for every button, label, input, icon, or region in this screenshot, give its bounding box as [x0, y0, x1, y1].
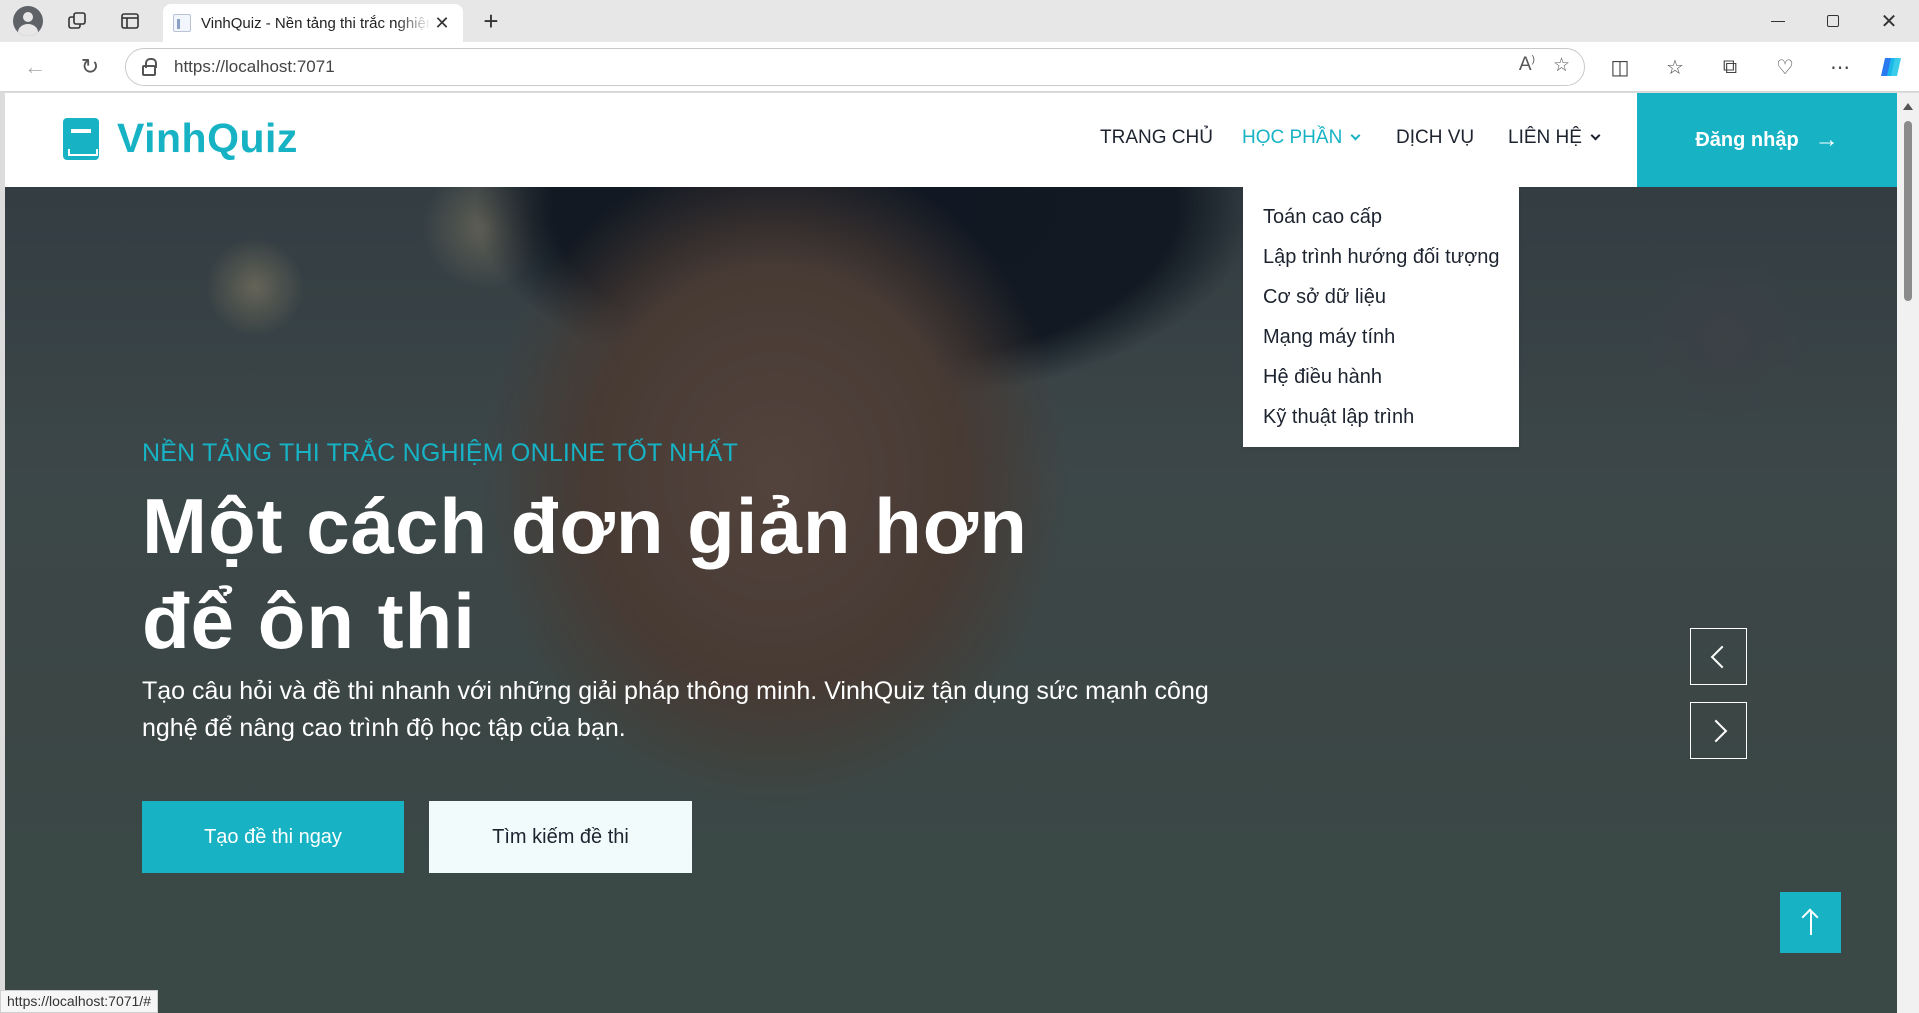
reload-icon[interactable]: ↻: [70, 47, 110, 87]
hero-banner: NỀN TẢNG THI TRẮC NGHIỆM ONLINE TỐT NHẤT…: [5, 187, 1897, 1013]
carousel-prev-button[interactable]: [1690, 628, 1747, 685]
arrow-up-icon: [1809, 910, 1812, 935]
chevron-down-icon: [1590, 130, 1601, 140]
profile-icon: [13, 6, 43, 36]
hero-description: Tạo câu hỏi và đề thi nhanh với những gi…: [142, 677, 1209, 742]
close-icon[interactable]: ✕: [431, 13, 453, 34]
tab-title: VinhQuiz - Nền tảng thi trắc nghiệm onli…: [201, 14, 431, 32]
read-aloud-icon[interactable]: A): [1519, 54, 1535, 77]
nav-courses[interactable]: HỌC PHẦN: [1242, 127, 1361, 149]
address-bar[interactable]: https://localhost:7071 A) ☆: [125, 48, 1585, 86]
nav-courses-label: HỌC PHẦN: [1242, 127, 1343, 148]
dropdown-item[interactable]: Mạng máy tính: [1243, 317, 1519, 357]
workspaces-icon: [68, 12, 86, 29]
lock-icon[interactable]: [142, 57, 157, 76]
star-icon[interactable]: ☆: [1553, 54, 1570, 77]
chevron-right-icon: [1704, 719, 1727, 742]
collections-icon[interactable]: ⧉: [1710, 47, 1750, 87]
maximize-button[interactable]: [1810, 0, 1856, 42]
hero-headline: Một cách đơn giản hơn để ôn thi: [142, 482, 1028, 665]
dropdown-item[interactable]: Toán cao cấp: [1243, 197, 1519, 237]
create-exam-button[interactable]: Tạo đề thi ngay: [142, 801, 404, 873]
arrow-right-icon: →: [1814, 126, 1839, 153]
brand-logo[interactable]: VinhQuiz: [63, 115, 298, 162]
scroll-up-icon[interactable]: [1903, 103, 1913, 110]
url-text: https://localhost:7071: [174, 57, 335, 76]
copilot-icon[interactable]: [1872, 47, 1912, 87]
scroll-thumb[interactable]: [1904, 121, 1912, 301]
nav-contact-label: LIÊN HỆ: [1508, 127, 1582, 148]
favicon-icon: [173, 14, 191, 32]
login-label: Đăng nhập: [1695, 128, 1799, 151]
chevron-left-icon: [1710, 645, 1733, 668]
dropdown-item[interactable]: Lập trình hướng đối tượng: [1243, 237, 1519, 277]
create-exam-label: Tạo đề thi ngay: [204, 825, 342, 848]
dropdown-item[interactable]: Kỹ thuật lập trình: [1243, 397, 1519, 437]
search-exam-label: Tìm kiếm đề thi: [492, 825, 629, 848]
tab-actions-icon: [121, 13, 139, 29]
page-viewport: VinhQuiz TRANG CHỦ HỌC PHẦN DỊCH VỤ LIÊN…: [5, 93, 1897, 1013]
minimize-button[interactable]: [1755, 0, 1801, 42]
minimize-icon: [1771, 20, 1785, 22]
nav-contact[interactable]: LIÊN HỆ: [1508, 127, 1601, 149]
nav-services-label: DỊCH VỤ: [1396, 127, 1475, 148]
carousel-next-button[interactable]: [1690, 702, 1747, 759]
browser-tab[interactable]: VinhQuiz - Nền tảng thi trắc nghiệm onli…: [163, 4, 463, 42]
status-bar-url: https://localhost:7071/#: [0, 990, 158, 1013]
book-icon: [63, 117, 99, 160]
workspaces-button[interactable]: [57, 0, 97, 42]
nav-home-label: TRANG CHỦ: [1100, 127, 1213, 148]
favorites-icon[interactable]: ☆: [1655, 47, 1695, 87]
window-close-button[interactable]: ✕: [1866, 0, 1912, 42]
profile-button[interactable]: [8, 0, 48, 42]
back-to-top-button[interactable]: [1780, 892, 1841, 953]
maximize-icon: [1827, 15, 1839, 27]
more-icon[interactable]: ⋯: [1820, 47, 1860, 87]
chevron-down-icon: [1350, 130, 1361, 140]
courses-dropdown: Toán cao cấp Lập trình hướng đối tượng C…: [1243, 187, 1519, 447]
nav-home[interactable]: TRANG CHỦ: [1100, 127, 1213, 149]
search-exam-button[interactable]: Tìm kiếm đề thi: [429, 801, 692, 873]
login-button[interactable]: Đăng nhập →: [1637, 93, 1897, 187]
nav-services[interactable]: DỊCH VỤ: [1396, 127, 1474, 149]
tab-actions-button[interactable]: [110, 0, 150, 42]
dropdown-item[interactable]: Hệ điều hành: [1243, 357, 1519, 397]
back-icon[interactable]: ←: [15, 47, 55, 87]
performance-icon[interactable]: ♡: [1765, 47, 1805, 87]
hero-eyebrow: NỀN TẢNG THI TRẮC NGHIỆM ONLINE TỐT NHẤT: [142, 439, 739, 467]
site-header: VinhQuiz TRANG CHỦ HỌC PHẦN DỊCH VỤ LIÊN…: [5, 93, 1897, 187]
brand-name: VinhQuiz: [117, 115, 298, 161]
new-tab-icon[interactable]: +: [471, 0, 511, 42]
split-screen-icon[interactable]: ◫: [1600, 47, 1640, 87]
page-scrollbar[interactable]: [1897, 93, 1919, 1013]
address-bar-row: ← ↻ https://localhost:7071 A) ☆ ◫ ☆ ⧉ ♡ …: [0, 42, 1919, 92]
dropdown-item[interactable]: Cơ sở dữ liệu: [1243, 277, 1519, 317]
browser-tab-bar: VinhQuiz - Nền tảng thi trắc nghiệm onli…: [0, 0, 1919, 42]
